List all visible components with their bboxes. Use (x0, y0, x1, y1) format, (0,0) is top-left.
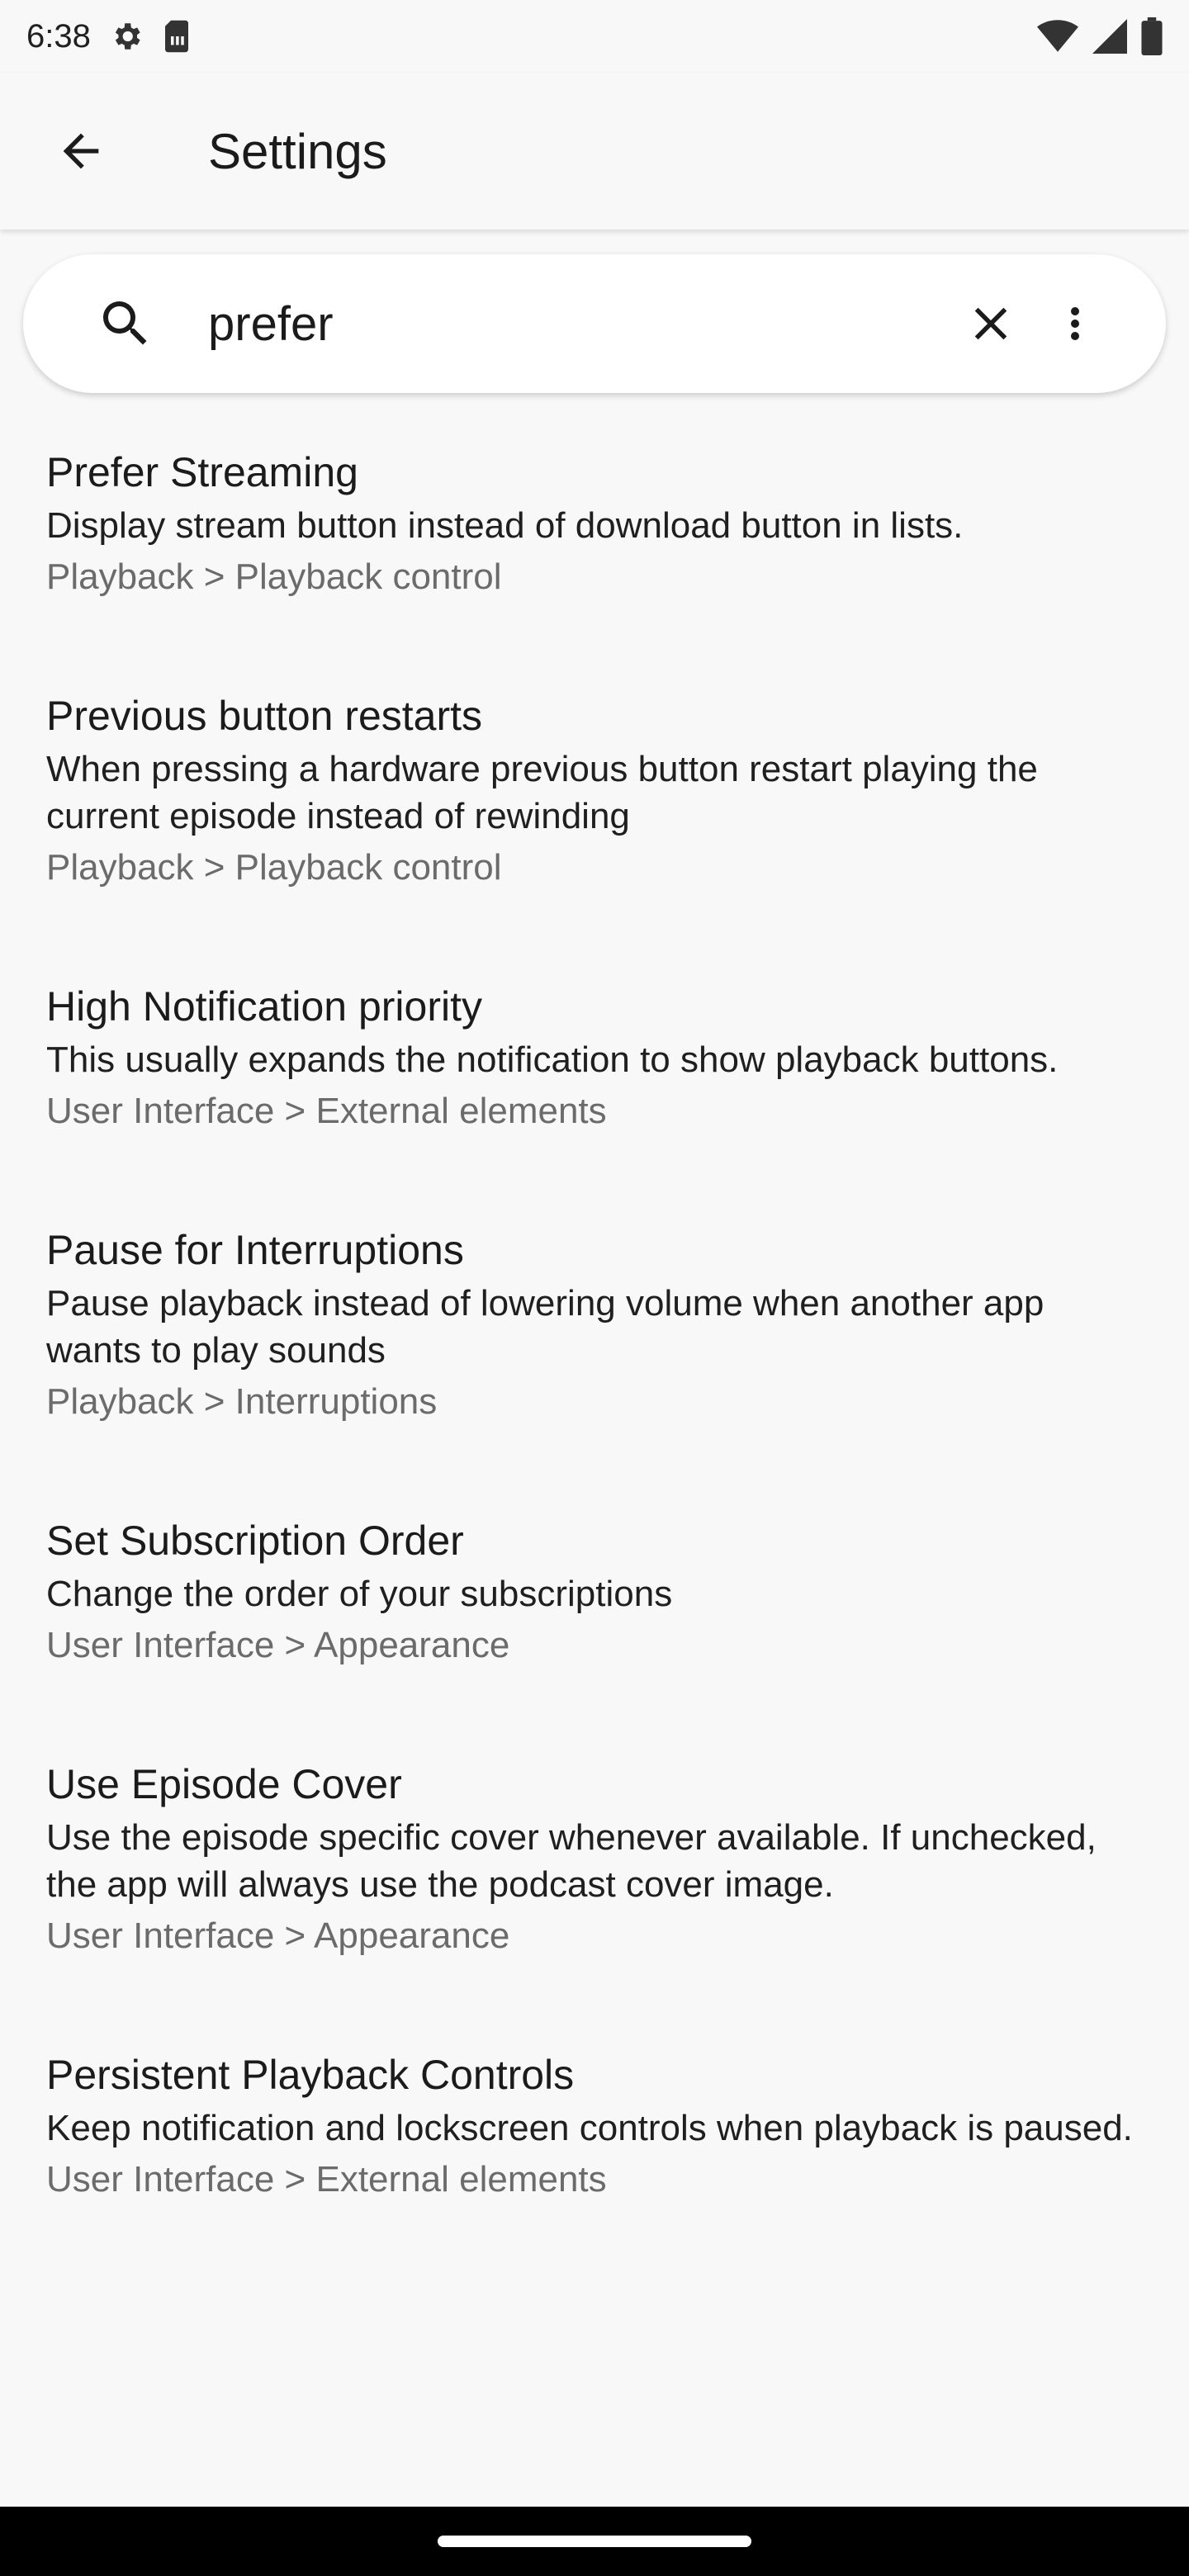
result-breadcrumb: Playback > Playback control (46, 556, 502, 597)
result-summary: Pause playback instead of lowering volum… (46, 1283, 1045, 1371)
arrow-left-icon (63, 133, 99, 169)
battery-icon (1141, 17, 1163, 55)
search-result-item[interactable]: Previous button restarts When pressing a… (0, 656, 1189, 896)
app-bar: Settings (0, 73, 1189, 230)
sim-card-icon (162, 19, 192, 54)
search-result-item[interactable]: Prefer Streaming Display stream button i… (0, 413, 1189, 605)
result-breadcrumb: Playback > Playback control (46, 847, 502, 888)
search-result-item[interactable]: Persistent Playback Controls Keep notifi… (0, 2015, 1189, 2208)
home-gesture-handle[interactable] (438, 2536, 751, 2547)
result-breadcrumb: Playback > Interruptions (46, 1381, 438, 1422)
search-result-item[interactable]: High Notification priority This usually … (0, 947, 1189, 1139)
result-summary: Change the order of your subscriptions (46, 1574, 673, 1614)
more-vert-icon (1071, 307, 1079, 340)
search-result-item[interactable]: Use Episode Cover Use the episode specif… (0, 1725, 1189, 1964)
status-right (1037, 17, 1163, 55)
more-options-button[interactable] (1042, 282, 1108, 365)
page-title: Settings (208, 123, 387, 179)
result-title: Previous button restarts (46, 693, 483, 739)
result-title: Pause for Interruptions (46, 1227, 464, 1273)
signal-icon (1092, 19, 1128, 54)
result-breadcrumb: User Interface > Appearance (46, 1625, 510, 1665)
search-results-list: Prefer Streaming Display stream button i… (0, 413, 1189, 2259)
result-breadcrumb: User Interface > External elements (46, 1091, 607, 1131)
result-title: Prefer Streaming (46, 449, 358, 495)
result-summary: When pressing a hardware previous button… (46, 749, 1038, 836)
result-title: Set Subscription Order (46, 1518, 464, 1564)
result-summary: This usually expands the notification to… (46, 1039, 1059, 1080)
result-breadcrumb: User Interface > External elements (46, 2159, 607, 2200)
clear-search-button[interactable] (950, 282, 1032, 365)
result-title: Persistent Playback Controls (46, 2052, 575, 2098)
search-input[interactable] (208, 296, 918, 352)
wifi-icon (1037, 19, 1078, 54)
search-result-item[interactable]: Pause for Interruptions Pause playback i… (0, 1191, 1189, 1430)
result-title: Use Episode Cover (46, 1761, 402, 1807)
gear-icon (109, 19, 144, 54)
result-title: High Notification priority (46, 983, 482, 1030)
close-icon (974, 307, 1007, 340)
status-time: 6:38 (26, 17, 91, 54)
navigation-bar (0, 2507, 1189, 2576)
search-icon (84, 282, 167, 365)
result-breadcrumb: User Interface > Appearance (46, 1915, 510, 1956)
search-bar (23, 254, 1166, 393)
result-summary: Keep notification and lockscreen control… (46, 2108, 1133, 2148)
status-bar: 6:38 (0, 0, 1189, 73)
result-summary: Display stream button instead of downloa… (46, 505, 964, 546)
result-summary: Use the episode specific cover whenever … (46, 1817, 1097, 1905)
search-result-item[interactable]: Set Subscription Order Change the order … (0, 1481, 1189, 1674)
back-button[interactable] (31, 102, 130, 201)
status-left: 6:38 (26, 18, 192, 55)
